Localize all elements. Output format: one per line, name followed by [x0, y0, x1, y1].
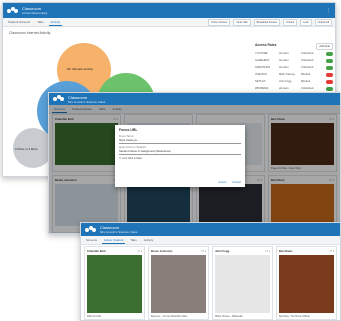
bubble-label: 0 More in 4 More [15, 147, 38, 151]
tab-screens[interactable]: Screens [84, 237, 99, 243]
rule-row: YOUTUBE all users Unblocked [255, 50, 333, 57]
rule-toggle[interactable] [326, 65, 333, 70]
add-rule-button[interactable]: Add Rule [316, 43, 333, 50]
screen-thumbnail[interactable] [87, 255, 142, 313]
rule-toggle[interactable] [326, 58, 333, 63]
rule-row: ONE BUG Math Training Blocked [255, 71, 333, 78]
student-card[interactable]: Bruce Johnston ▭ ▪ Beyonce - You Are Beaut… [148, 246, 209, 320]
rule-toggle[interactable] [326, 51, 333, 56]
classroom-logo-icon [85, 225, 96, 234]
class-name: Mrs Lincoln's Science Class [100, 230, 138, 234]
rule-toggle[interactable] [326, 72, 333, 77]
rule-row: GAMEHENT all users Unblocked [255, 57, 333, 64]
active-toolbar: Screens Active Student Tabs Activity [81, 236, 340, 245]
screen-thumbnail[interactable] [151, 255, 206, 313]
student-card[interactable]: John Fogg ▭ ▪ White Houses - Wikipedia [212, 246, 273, 320]
lock-button[interactable]: Lock [300, 18, 312, 26]
broadcast-screen-button[interactable]: Broadcast Screen [253, 18, 281, 26]
rule-row: SMARTKIDS all users Unblocked [255, 64, 333, 71]
card-actions-icon[interactable]: ▭ ▪ [201, 249, 206, 253]
class-name: Mrs Lincoln's Science Class [68, 99, 106, 104]
rule-row: NETFLIX John Fogg Blocked [255, 78, 333, 85]
tab-activity[interactable]: Activity [142, 237, 156, 243]
access-rules-panel: Access Rules Add Rule YOUTUBE all users Un… [255, 43, 333, 92]
student-card[interactable]: Chandler Bird ▭ ▪ Math for Kids [84, 246, 145, 320]
screen-caption: Red Dog - The Movie Official [279, 315, 310, 318]
main-toolbar: Student Screens Tabs Activity Focus Scre… [3, 18, 335, 27]
rule-toggle[interactable] [326, 86, 333, 91]
class-name: Lincoln Elementary [22, 11, 48, 15]
focus-url-dialog: Focus URL Focus Tab on https://www.yo...… [115, 125, 245, 187]
tab-tabs[interactable]: Tabs [35, 19, 45, 25]
more-menu-icon[interactable]: ⋮ [326, 8, 331, 14]
student-name: John Fogg [215, 248, 230, 253]
cancel-button[interactable]: Cancel [232, 180, 241, 184]
active-grid: Chandler Bird ▭ ▪ Math for Kids Bruce John… [81, 246, 340, 320]
tab-activity[interactable]: Activity [48, 19, 63, 26]
tab-active-student[interactable]: Active Student [102, 237, 126, 244]
card-actions-icon[interactable]: ▭ ▪ [265, 249, 270, 253]
unlock-all-button[interactable]: Unlock All [314, 18, 332, 26]
student-name: Chandler Bird [87, 248, 106, 253]
active-students-window: Classroom Mrs Lincoln's Science Class Sc… [80, 222, 341, 321]
screens-header: Classroom Mrs Lincoln's Science Class [49, 93, 340, 105]
screen-thumbnail[interactable] [279, 255, 334, 313]
url-input[interactable]: https://www.yo... [119, 138, 241, 144]
tab-student-screens[interactable]: Student Screens [6, 19, 32, 25]
tab-tabs[interactable]: Tabs [128, 237, 138, 243]
classroom-logo-icon [53, 95, 64, 103]
dialog-title: Focus URL [119, 128, 138, 132]
card-actions-icon[interactable]: ▭ ▪ [329, 249, 334, 253]
screen-thumbnail[interactable] [215, 255, 270, 313]
students-input[interactable]: Student Name or Assignment (Reference) [119, 149, 241, 155]
student-card[interactable]: Bari Davis ▭ ▪ Red Dog - The Movie Officia… [276, 246, 337, 320]
open-tab-button[interactable]: Open Tab [233, 18, 251, 26]
screen-caption: Beyonce - You Are Beautiful Video [151, 315, 188, 318]
focus-screen-button[interactable]: Focus Screen [208, 18, 231, 26]
student-name: Bruce Johnston [151, 248, 173, 253]
card-actions-icon[interactable]: ▭ ▪ [137, 249, 142, 253]
activity-section-title: Classroom Internet Activity [9, 31, 51, 35]
unlock-button[interactable]: Unlock [283, 18, 298, 26]
classroom-logo-icon [7, 6, 18, 15]
screen-caption: Math for Kids [87, 315, 102, 318]
screen-caption: White Houses - Wikipedia [215, 315, 243, 318]
rule-row: WIKIPEDIA all users Unblocked [255, 85, 333, 92]
screens-window: Classroom Mrs Lincoln's Science Class Sc… [48, 92, 341, 234]
rule-toggle[interactable] [326, 79, 333, 84]
active-header: Classroom Mrs Lincoln's Science Class [81, 223, 340, 236]
student-name: Bari Davis [279, 248, 293, 253]
lock-tabs-checkbox[interactable]: ☐ Lock Tabs & Maps [119, 157, 241, 160]
access-rules-title: Access Rules [255, 43, 277, 47]
bubble-label: NF Ultimate Activity [67, 67, 94, 71]
main-header: Classroom Lincoln Elementary ⋮ [3, 3, 335, 18]
focus-button[interactable]: Focus [219, 180, 227, 184]
